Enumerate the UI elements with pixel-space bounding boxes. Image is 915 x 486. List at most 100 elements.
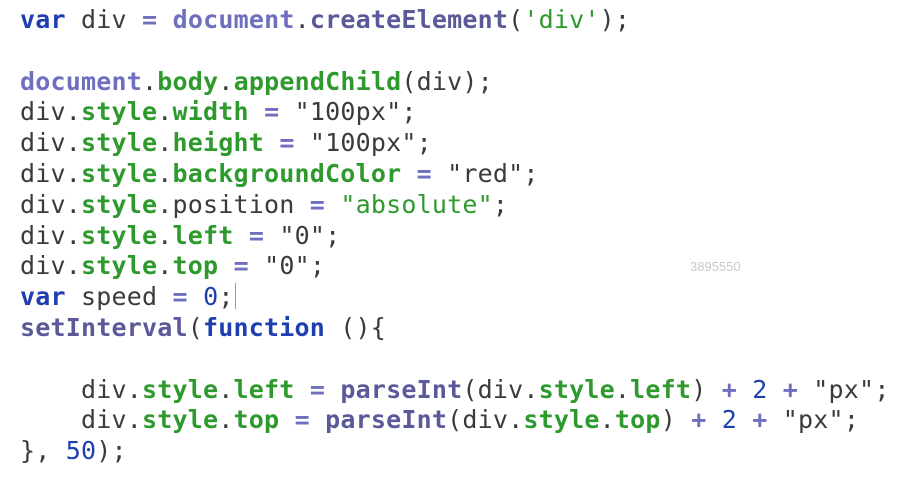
punctuation-token: ) bbox=[691, 374, 722, 404]
punctuation-token: ; bbox=[309, 251, 326, 281]
punctuation-token: (){ bbox=[325, 312, 387, 342]
property-token: style bbox=[142, 405, 219, 435]
identifier-token: div. bbox=[20, 97, 82, 127]
identifier-token: div. bbox=[20, 374, 143, 404]
identifier-token: (div. bbox=[462, 374, 539, 404]
punctuation-token: ; bbox=[492, 189, 509, 219]
code-line-3: document.body.appendChild(div); bbox=[20, 67, 915, 98]
property-token: left bbox=[233, 374, 295, 404]
code-line-15: }, 50); bbox=[20, 436, 915, 467]
operator-token: = bbox=[248, 220, 265, 250]
punctuation-token: . bbox=[614, 374, 631, 404]
code-editor[interactable]: var div = document.createElement('div');… bbox=[0, 0, 915, 486]
punctuation-token: ( bbox=[508, 5, 524, 34]
code-line-7: div.style.position = "absolute"; bbox=[20, 190, 915, 221]
text-caret bbox=[234, 283, 236, 310]
object-token: document bbox=[20, 66, 143, 96]
punctuation-token: . bbox=[157, 220, 173, 250]
punctuation-token: . bbox=[294, 5, 310, 34]
code-line-2-blank bbox=[20, 36, 915, 67]
property-token: top bbox=[233, 405, 280, 435]
punctuation-token: ; bbox=[401, 97, 417, 127]
property-token: style bbox=[81, 128, 158, 158]
keyword-token: function bbox=[203, 312, 326, 342]
string-token: "0" bbox=[264, 251, 310, 281]
code-line-4: div.style.width = "100px"; bbox=[20, 97, 915, 128]
identifier-token: (div. bbox=[447, 405, 524, 435]
punctuation-token: . bbox=[218, 405, 234, 435]
operator-token: = bbox=[309, 189, 326, 219]
code-line-10: var speed = 0; bbox=[20, 282, 915, 313]
code-line-8: div.style.left = "0"; bbox=[20, 221, 915, 252]
method-token: appendChild bbox=[233, 66, 402, 96]
punctuation-token: ; bbox=[416, 128, 432, 158]
string-token: "red" bbox=[447, 158, 524, 188]
punctuation-token: . bbox=[599, 405, 615, 435]
operator-token: + bbox=[721, 374, 737, 404]
property-token: style bbox=[81, 97, 158, 127]
operator-token: = bbox=[294, 405, 310, 435]
string-token: "0" bbox=[279, 220, 326, 250]
code-line-14: div.style.top = parseInt(div.style.top) … bbox=[20, 405, 915, 436]
object-token: document bbox=[172, 5, 295, 34]
number-token: 2 bbox=[721, 405, 737, 435]
property-token: top bbox=[614, 405, 661, 435]
function-token: parseInt bbox=[325, 405, 448, 435]
operator-token: = bbox=[233, 251, 249, 281]
punctuation-token: . bbox=[157, 128, 173, 158]
property-token: style bbox=[142, 374, 219, 404]
string-token: "px" bbox=[813, 374, 875, 404]
punctuation-token: ); bbox=[599, 5, 631, 34]
punctuation-token: (div); bbox=[401, 66, 493, 96]
code-line-9: div.style.top = "0"; bbox=[20, 251, 915, 282]
property-token: style bbox=[81, 189, 158, 219]
code-line-6: div.style.backgroundColor = "red"; bbox=[20, 159, 915, 190]
identifier-token: div. bbox=[20, 405, 143, 435]
operator-token: + bbox=[691, 405, 707, 435]
operator-token: = bbox=[264, 97, 280, 127]
operator-token: = bbox=[172, 282, 188, 312]
punctuation-token: . bbox=[157, 158, 173, 188]
function-token: setInterval bbox=[20, 312, 188, 342]
punctuation-token: . bbox=[218, 374, 234, 404]
code-line-5: div.style.height = "100px"; bbox=[20, 128, 915, 159]
number-token: 50 bbox=[65, 436, 97, 466]
keyword-token: var bbox=[20, 282, 66, 312]
code-line-1: var div = document.createElement('div'); bbox=[20, 5, 915, 36]
string-token: "absolute" bbox=[340, 189, 493, 219]
code-line-13: div.style.left = parseInt(div.style.left… bbox=[20, 375, 915, 406]
identifier-token: div. bbox=[20, 189, 82, 219]
property-token: style bbox=[81, 158, 158, 188]
function-token: parseInt bbox=[340, 374, 463, 404]
punctuation-token: ( bbox=[187, 312, 204, 342]
string-token: "px" bbox=[782, 405, 844, 435]
punctuation-token: . bbox=[142, 66, 158, 96]
property-token: backgroundColor bbox=[172, 158, 402, 188]
property-token: left bbox=[172, 220, 234, 250]
identifier-token: speed bbox=[65, 282, 173, 312]
punctuation-token: ) bbox=[660, 405, 692, 435]
property-token: left bbox=[630, 374, 692, 404]
operator-token: + bbox=[752, 405, 768, 435]
property-token: top bbox=[172, 251, 219, 281]
operator-token: = bbox=[416, 158, 432, 188]
string-token: 'div' bbox=[523, 5, 600, 34]
punctuation-token: ; bbox=[874, 374, 890, 404]
punctuation-token: . bbox=[218, 66, 234, 96]
property-token: style bbox=[81, 220, 158, 250]
code-line-11: setInterval(function (){ bbox=[20, 313, 915, 344]
property-token: body bbox=[157, 66, 219, 96]
identifier-token: div bbox=[65, 5, 143, 34]
